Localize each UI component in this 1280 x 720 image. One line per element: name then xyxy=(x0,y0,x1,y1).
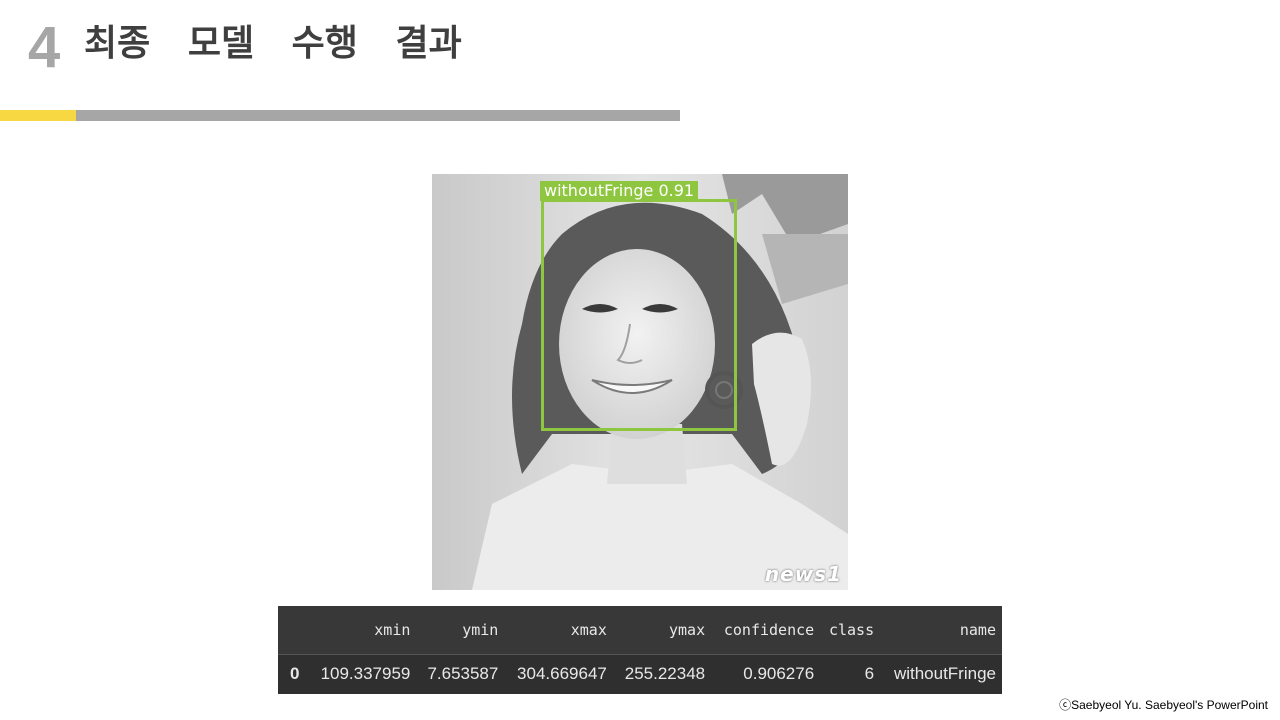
slide-title: 최종 모델 수행 결과 xyxy=(84,23,462,64)
title-underline-accent xyxy=(0,110,76,121)
row-index: 0 xyxy=(278,654,308,694)
detection-results-table: xmin ymin xmax ymax confidence class name 0 109… xyxy=(278,606,1002,694)
cell-class: 6 xyxy=(820,654,881,694)
cell-confidence: 0.906276 xyxy=(711,654,821,694)
copyright-notice: ⓒSaebyeol Yu. Saebyeol's PowerPoint xyxy=(1059,698,1268,712)
table-header-row: xmin ymin xmax ymax confidence class name xyxy=(278,606,1002,654)
column-header-name: name xyxy=(959,620,996,639)
cell-xmin: 109.337959 xyxy=(307,654,417,694)
title-underline xyxy=(76,110,680,121)
column-header-xmax: xmax xyxy=(570,620,607,639)
detection-bounding-box xyxy=(541,199,737,431)
column-header-class: class xyxy=(828,620,875,639)
cell-name: withoutFringe xyxy=(880,654,1002,694)
detection-label: withoutFringe 0.91 xyxy=(540,181,699,201)
column-header-xmin: xmin xyxy=(374,620,411,639)
detection-photo: withoutFringe 0.91 news1 xyxy=(432,174,848,590)
index-column-header xyxy=(278,606,308,654)
column-header-ymax: ymax xyxy=(669,620,706,639)
cell-ymax: 255.22348 xyxy=(612,654,712,694)
column-header-confidence: confidence xyxy=(723,620,815,639)
slide-number: 4 xyxy=(28,15,61,80)
cell-xmax: 304.669647 xyxy=(504,654,613,694)
watermark-logo: news1 xyxy=(764,562,842,586)
cell-ymin: 7.653587 xyxy=(416,654,505,694)
table-row: 0 109.337959 7.653587 304.669647 255.22348 0.… xyxy=(278,654,1002,694)
column-header-ymin: ymin xyxy=(462,620,499,639)
